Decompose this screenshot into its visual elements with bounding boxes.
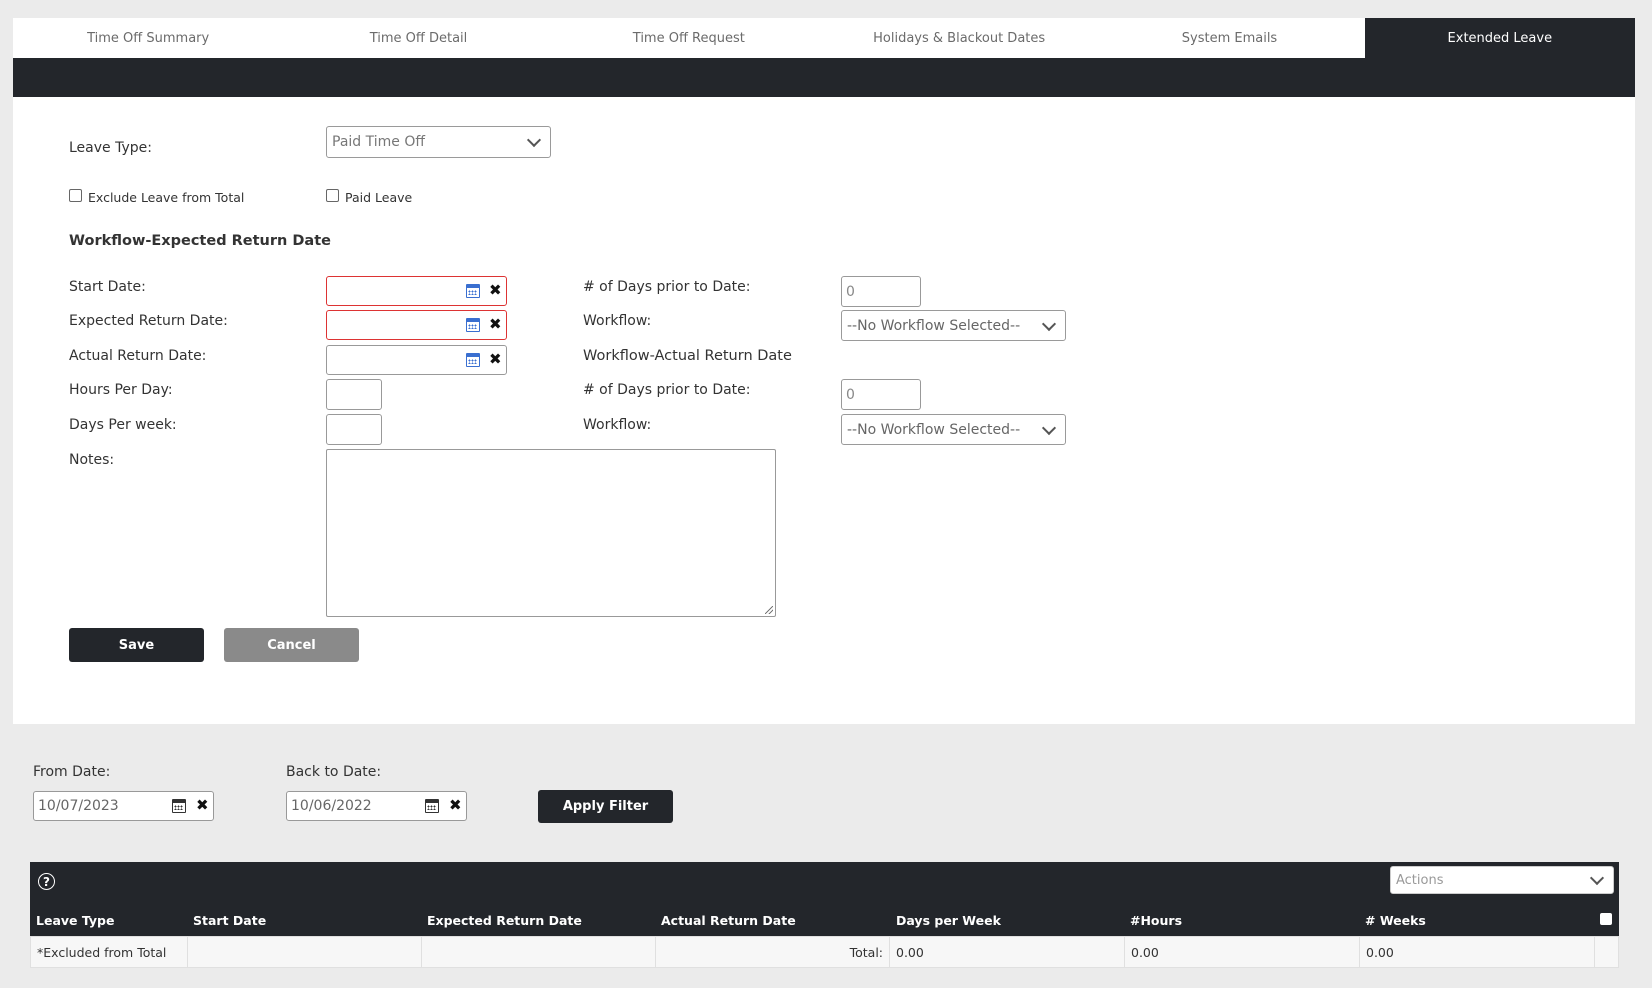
cell-hours: 0.00 (1125, 937, 1360, 967)
chevron-down-icon (526, 132, 542, 148)
select-all-checkbox[interactable] (1600, 913, 1612, 925)
tab-extended-leave[interactable]: Extended Leave (1364, 18, 1635, 58)
column-header-hours[interactable]: #Hours (1130, 913, 1182, 928)
days-per-week-input[interactable] (326, 414, 382, 445)
exclude-leave-checkbox[interactable] (69, 189, 82, 202)
chevron-down-icon (1589, 870, 1605, 886)
hours-per-day-label: Hours Per Day: (69, 382, 173, 398)
expected-return-date-label: Expected Return Date: (69, 313, 228, 329)
tab-bar: Time Off Summary Time Off Detail Time Of… (13, 18, 1635, 58)
tab-time-off-detail[interactable]: Time Off Detail (283, 18, 553, 58)
column-header-expected-return-date[interactable]: Expected Return Date (427, 913, 582, 928)
cell-weeks: 0.00 (1360, 937, 1595, 967)
calendar-icon[interactable] (466, 353, 480, 367)
hours-per-day-input[interactable] (326, 379, 382, 410)
actual-return-date-label: Actual Return Date: (69, 348, 207, 364)
cancel-button[interactable]: Cancel (224, 628, 359, 662)
tab-system-emails[interactable]: System Emails (1094, 18, 1364, 58)
back-to-date-input[interactable]: 10/06/2022 ✖ (286, 791, 467, 821)
cell-total-label: Total: (656, 937, 890, 967)
help-icon[interactable]: ? (38, 873, 55, 890)
column-header-start-date[interactable]: Start Date (193, 913, 266, 928)
days-prior-input-actual[interactable]: 0 (841, 379, 921, 410)
cell-leave-type: *Excluded from Total (31, 937, 188, 967)
days-prior-value-expected: 0 (846, 283, 855, 300)
actions-placeholder: Actions (1396, 872, 1444, 888)
paid-leave-checkbox[interactable] (326, 189, 339, 202)
tab-time-off-request[interactable]: Time Off Request (554, 18, 824, 58)
from-date-value: 10/07/2023 (38, 798, 119, 814)
column-header-actual-return-date[interactable]: Actual Return Date (661, 913, 796, 928)
cell-start-date (188, 937, 422, 967)
calendar-icon[interactable] (466, 318, 480, 332)
tab-holidays-blackout-dates[interactable]: Holidays & Blackout Dates (824, 18, 1094, 58)
save-button[interactable]: Save (69, 628, 204, 662)
close-icon[interactable]: ✖ (489, 317, 502, 332)
days-prior-input-expected[interactable]: 0 (841, 276, 921, 307)
column-header-leave-type[interactable]: Leave Type (36, 913, 114, 928)
workflow-label-expected: Workflow: (583, 313, 652, 329)
resize-handle-icon[interactable] (765, 606, 773, 614)
exclude-leave-label: Exclude Leave from Total (88, 190, 245, 205)
days-prior-label-actual: # of Days prior to Date: (583, 382, 751, 398)
calendar-icon[interactable] (425, 799, 439, 813)
actual-return-date-input[interactable]: ✖ (326, 345, 507, 375)
days-per-week-label: Days Per week: (69, 417, 177, 433)
tab-time-off-summary[interactable]: Time Off Summary (13, 18, 283, 58)
workflow-select-expected[interactable]: --No Workflow Selected-- (841, 310, 1066, 341)
notes-label: Notes: (69, 452, 115, 468)
days-prior-value-actual: 0 (846, 386, 855, 403)
leave-type-value: Paid Time Off (332, 134, 425, 150)
column-header-weeks[interactable]: # Weeks (1365, 913, 1426, 928)
close-icon[interactable]: ✖ (196, 798, 209, 813)
close-icon[interactable]: ✖ (449, 798, 462, 813)
chevron-down-icon (1041, 316, 1057, 331)
from-date-label: From Date: (33, 764, 111, 780)
from-date-input[interactable]: 10/07/2023 ✖ (33, 791, 214, 821)
back-to-date-value: 10/06/2022 (291, 798, 372, 814)
workflow-value-expected: --No Workflow Selected-- (847, 317, 1021, 334)
section-title-expected-return: Workflow-Expected Return Date (69, 233, 331, 249)
cell-expected-return-date (422, 937, 656, 967)
column-header-days-per-week[interactable]: Days per Week (896, 913, 1001, 928)
calendar-icon[interactable] (172, 799, 186, 813)
days-prior-label-expected: # of Days prior to Date: (583, 279, 751, 295)
workflow-label-actual: Workflow: (583, 417, 652, 433)
back-to-date-label: Back to Date: (286, 764, 382, 780)
leave-type-select[interactable]: Paid Time Off (326, 126, 551, 158)
chevron-down-icon (1041, 420, 1057, 435)
close-icon[interactable]: ✖ (489, 352, 502, 367)
actions-select[interactable]: Actions (1390, 866, 1614, 894)
cell-days-per-week: 0.00 (890, 937, 1125, 967)
apply-filter-button[interactable]: Apply Filter (538, 790, 673, 823)
table-row-total: *Excluded from Total Total: 0.00 0.00 0.… (30, 936, 1619, 968)
cell-select (1595, 937, 1619, 967)
notes-textarea[interactable] (326, 449, 776, 617)
workflow-value-actual: --No Workflow Selected-- (847, 421, 1021, 438)
expected-return-date-input[interactable]: ✖ (326, 310, 507, 340)
close-icon[interactable]: ✖ (489, 283, 502, 298)
tab-underbar (13, 58, 1635, 97)
workflow-select-actual[interactable]: --No Workflow Selected-- (841, 414, 1066, 445)
paid-leave-label: Paid Leave (345, 190, 413, 205)
section-title-actual-return: Workflow-Actual Return Date (583, 348, 792, 364)
start-date-input[interactable]: ✖ (326, 276, 507, 306)
calendar-icon[interactable] (466, 284, 480, 298)
start-date-label: Start Date: (69, 279, 146, 295)
leave-type-label: Leave Type: (69, 140, 152, 156)
